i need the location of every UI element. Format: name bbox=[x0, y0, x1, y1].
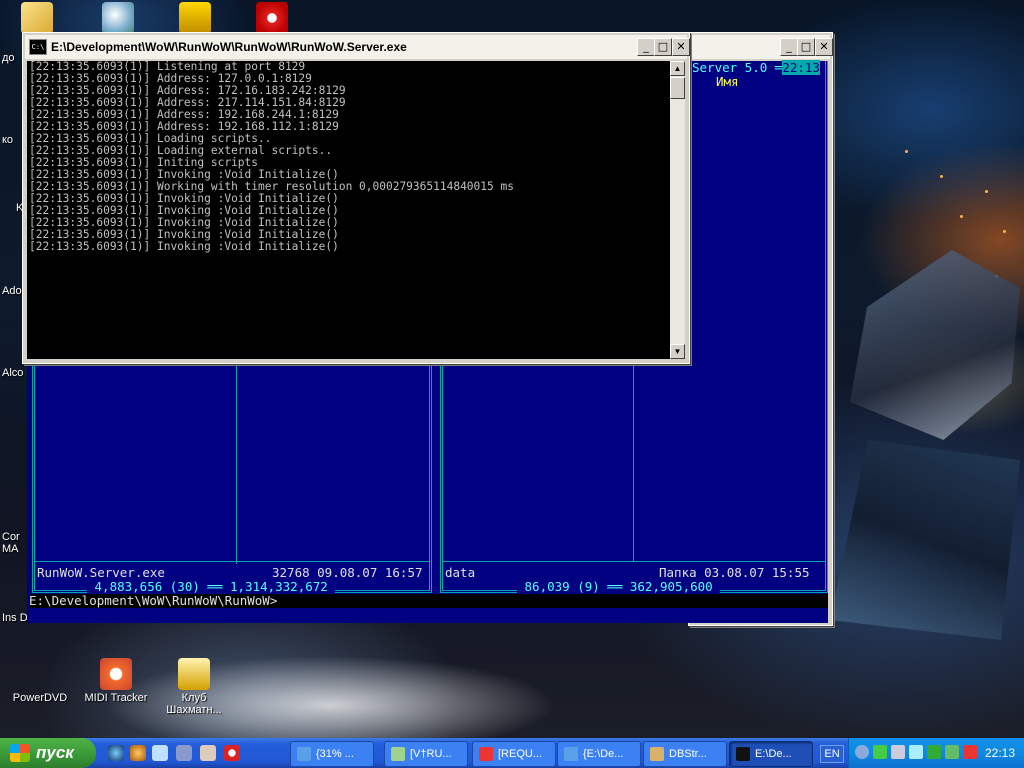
tray-app-icon[interactable] bbox=[927, 745, 941, 759]
windows-logo-icon bbox=[10, 744, 30, 762]
right-panel-info-divider bbox=[443, 561, 825, 562]
minimize-button[interactable]: _ bbox=[780, 38, 798, 56]
wallpaper-mech bbox=[830, 440, 1020, 640]
start-button[interactable]: пуск bbox=[0, 738, 96, 768]
taskbar-button-label: [V†RU... bbox=[410, 748, 452, 760]
console-icon: C:\ bbox=[29, 39, 47, 55]
desktop-icon-label: Клуб Шахматн... bbox=[166, 692, 222, 716]
desktop-label: Cor MA bbox=[2, 531, 20, 555]
maximize-button[interactable]: □ bbox=[797, 38, 815, 56]
console-line: [22:13:35.6093(1)] Invoking :Void Initia… bbox=[29, 240, 339, 253]
desktop-label: Alco bbox=[2, 367, 24, 379]
desktop-label: Ado bbox=[2, 285, 22, 297]
app-red-icon bbox=[256, 2, 288, 34]
far-icon bbox=[564, 747, 578, 761]
start-label: пуск bbox=[36, 743, 74, 762]
app-icon bbox=[650, 747, 664, 761]
language-indicator[interactable]: EN bbox=[820, 745, 844, 763]
internet-explorer-icon[interactable] bbox=[108, 745, 124, 761]
tray-app-icon[interactable] bbox=[963, 745, 977, 759]
desktop-icon-app[interactable] bbox=[232, 2, 312, 36]
left-panel-info-divider bbox=[35, 561, 429, 562]
desktop-icon-label: MIDI Tracker bbox=[84, 692, 148, 704]
taskbar-button-label: {E:\De... bbox=[583, 748, 624, 760]
system-tray: 22:13 bbox=[848, 738, 1024, 768]
discs-icon bbox=[102, 2, 134, 34]
console-window[interactable]: C:\ E:\Development\WoW\RunWoW\RunWoW\Run… bbox=[22, 32, 690, 364]
console-scrollbar[interactable]: ▲ ▼ bbox=[670, 61, 685, 359]
desktop-icon-folder[interactable] bbox=[0, 2, 74, 36]
far-panel-header-title: Server 5.0 ═ bbox=[692, 60, 783, 75]
console-title-bar[interactable]: C:\ E:\Development\WoW\RunWoW\RunWoW\Run… bbox=[25, 35, 690, 59]
command-line[interactable]: E:\Development\WoW\RunWoW\RunWoW> bbox=[29, 594, 828, 608]
taskbar-button[interactable]: DBStr... bbox=[643, 741, 727, 767]
tray-expand-icon[interactable] bbox=[855, 745, 869, 759]
chess-club-icon bbox=[178, 658, 210, 690]
taskbar-button-label: E:\De... bbox=[755, 748, 792, 760]
column-header-name: Имя bbox=[716, 74, 739, 89]
spark bbox=[960, 215, 963, 218]
spark bbox=[905, 150, 908, 153]
taskbar-button-label: DBStr... bbox=[669, 748, 707, 760]
network-icon[interactable] bbox=[909, 745, 923, 759]
left-info-name: RunWoW.Server.exe bbox=[37, 565, 165, 580]
taskbar-button-label: [REQU... bbox=[498, 748, 543, 760]
scroll-down-button[interactable]: ▼ bbox=[670, 344, 685, 359]
desktop-label: ко bbox=[2, 134, 14, 146]
maximize-button[interactable]: □ bbox=[654, 38, 672, 56]
far-icon bbox=[297, 747, 311, 761]
folder-icon bbox=[21, 2, 53, 34]
far-clock: 22:13 bbox=[782, 60, 820, 75]
wallpaper-mech bbox=[850, 250, 1020, 440]
network-icon[interactable] bbox=[891, 745, 905, 759]
far-panel-header: Server 5.0 ═22:13 bbox=[692, 60, 820, 75]
right-info-name: data bbox=[445, 565, 476, 580]
powerdvd-icon bbox=[24, 658, 56, 690]
spark bbox=[1003, 230, 1006, 233]
taskbar-button[interactable]: {31% ... bbox=[290, 741, 374, 767]
console-output[interactable]: [22:13:35.6093(1)] Listening at port 812… bbox=[27, 61, 670, 359]
desktop-icon-powerdvd[interactable]: PowerDVD bbox=[0, 658, 80, 704]
right-info-meta: Папка 03.08.07 15:55 bbox=[659, 565, 810, 580]
taskbar: пуск {31% ... [V†RU... [REQU... {E:\De... DB… bbox=[0, 738, 1024, 768]
clock: 22:13 bbox=[984, 746, 1015, 760]
desktop-icon-chess-club[interactable]: Клуб Шахматн... bbox=[154, 658, 234, 716]
taskbar-button[interactable]: E:\De... bbox=[729, 741, 813, 767]
midi-tracker-icon bbox=[100, 658, 132, 690]
far-manager-window[interactable]: _ □ ✕ RunServer.DBProxy.dllRunServer.Net… bbox=[27, 32, 833, 626]
opera-icon bbox=[479, 747, 493, 761]
close-button[interactable]: ✕ bbox=[815, 38, 833, 56]
taskbar-button-label: {31% ... bbox=[316, 748, 354, 760]
close-button[interactable]: ✕ bbox=[672, 38, 690, 56]
console-lines: [22:13:35.6093(1)] Listening at port 812… bbox=[27, 61, 670, 253]
taskbar-button[interactable]: [REQU... bbox=[472, 741, 556, 767]
tool-quicklaunch-icon[interactable] bbox=[200, 745, 216, 761]
taskbar-button[interactable]: [V†RU... bbox=[384, 741, 468, 767]
left-info-meta: 32768 09.08.07 16:57 bbox=[272, 565, 423, 580]
minimize-button[interactable]: _ bbox=[637, 38, 655, 56]
spark bbox=[940, 175, 943, 178]
left-panel-summary: 4,883,656 (30) ══ 1,314,332,672 bbox=[87, 579, 336, 594]
spark bbox=[985, 190, 988, 193]
console-title: E:\Development\WoW\RunWoW\RunWoW\RunWoW.… bbox=[51, 40, 407, 54]
desktop-icon-discs[interactable] bbox=[78, 2, 158, 36]
scroll-up-button[interactable]: ▲ bbox=[670, 61, 685, 76]
media-player-icon[interactable] bbox=[130, 745, 146, 761]
tray-app-icon[interactable] bbox=[873, 745, 887, 759]
opera-quicklaunch-icon[interactable] bbox=[224, 745, 240, 761]
desktop-icon-crown[interactable] bbox=[155, 2, 235, 36]
scroll-thumb[interactable] bbox=[670, 77, 685, 99]
desktop-icon-label: PowerDVD bbox=[12, 692, 68, 704]
far-quicklaunch-icon[interactable] bbox=[176, 745, 192, 761]
crown-icon bbox=[179, 2, 211, 34]
desktop-icon-midi-tracker[interactable]: MIDI Tracker bbox=[76, 658, 156, 704]
right-panel-summary: 86,039 (9) ══ 362,905,600 bbox=[517, 579, 721, 594]
volume-icon[interactable] bbox=[945, 745, 959, 759]
desktop-label: до bbox=[2, 52, 15, 64]
show-desktop-icon[interactable] bbox=[152, 745, 168, 761]
taskbar-button[interactable]: {E:\De... bbox=[557, 741, 641, 767]
notepad-icon bbox=[391, 747, 405, 761]
far-title-bar[interactable]: _ □ ✕ bbox=[691, 35, 833, 59]
console-icon bbox=[736, 747, 750, 761]
